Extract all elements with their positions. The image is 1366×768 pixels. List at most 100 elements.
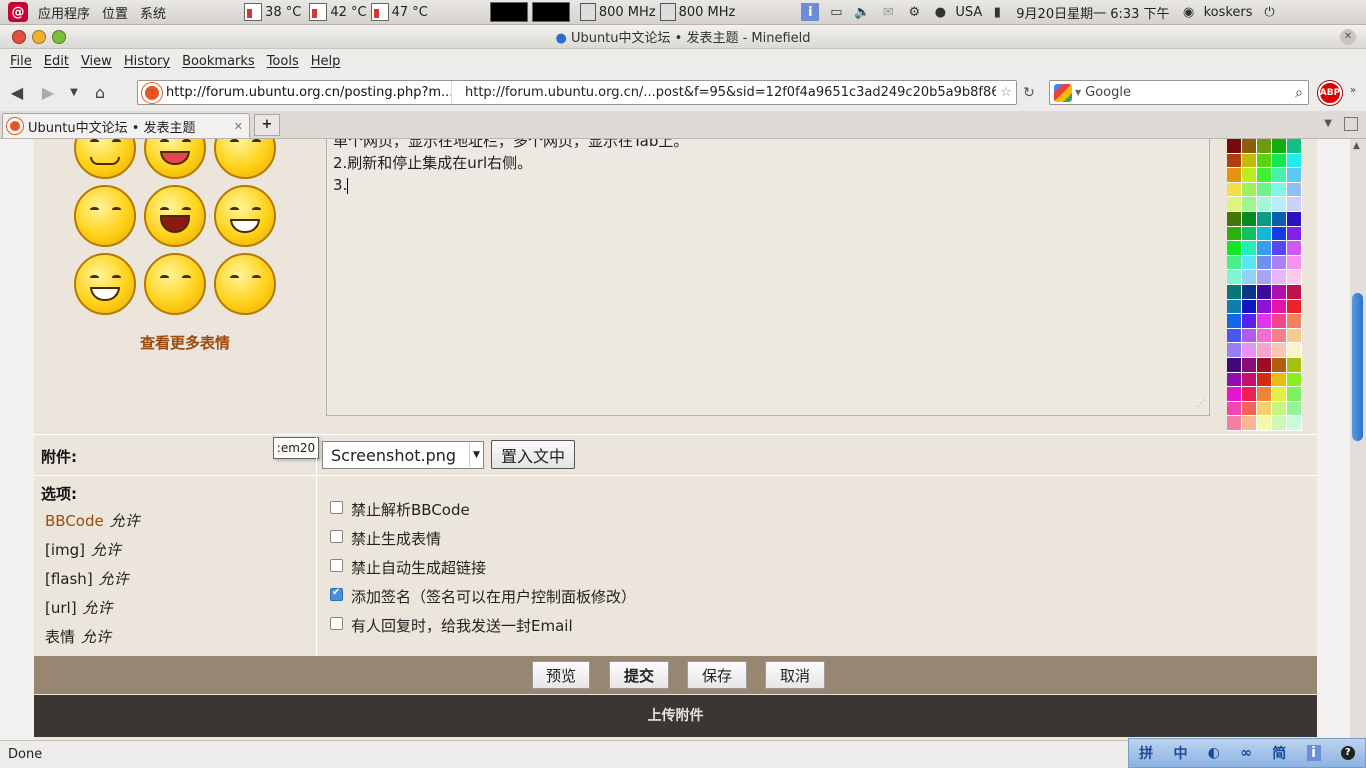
- color-swatch[interactable]: [1257, 197, 1272, 212]
- smiley-grin-icon[interactable]: [74, 253, 136, 315]
- color-swatch[interactable]: [1242, 211, 1257, 227]
- color-swatch[interactable]: [1287, 401, 1302, 417]
- color-swatch[interactable]: [1272, 255, 1287, 271]
- ime-pinyin-button[interactable]: 拼: [1139, 743, 1153, 763]
- applications-menu[interactable]: 应用程序: [32, 0, 96, 25]
- menu-view[interactable]: View: [75, 54, 118, 69]
- color-swatch[interactable]: [1287, 416, 1302, 431]
- color-swatch[interactable]: [1242, 416, 1257, 431]
- disable-bbcode-label[interactable]: 禁止解析BBCode: [351, 499, 470, 520]
- color-swatch[interactable]: [1257, 314, 1272, 329]
- color-swatch[interactable]: [1242, 153, 1257, 169]
- volume-icon[interactable]: 🔈: [853, 3, 871, 21]
- smiley-dizzy-icon[interactable]: [214, 253, 276, 315]
- tab-ubuntu-forum[interactable]: Ubuntu中文论坛 • 发表主题 ✕: [2, 113, 250, 138]
- window-titlebar[interactable]: ● Ubuntu中文论坛 • 发表主题 - Minefield ✕: [0, 25, 1366, 49]
- color-swatch[interactable]: [1227, 357, 1242, 373]
- attach-signature-checkbox[interactable]: [330, 587, 343, 601]
- attach-signature-label[interactable]: 添加签名（签名可以在用户控制面板修改）: [351, 586, 636, 607]
- ime-punctuation-icon[interactable]: ∞: [1240, 745, 1252, 761]
- color-swatch[interactable]: [1242, 168, 1257, 183]
- color-swatch[interactable]: [1227, 197, 1242, 212]
- mail-icon[interactable]: ✉: [879, 3, 897, 21]
- color-swatch[interactable]: [1257, 357, 1272, 373]
- color-swatch[interactable]: [1272, 314, 1287, 329]
- keyboard-layout[interactable]: USA: [953, 0, 984, 25]
- forward-arrow-icon[interactable]: ▶: [34, 78, 62, 106]
- color-swatch[interactable]: [1257, 387, 1272, 402]
- page-scrollbar[interactable]: ▲: [1350, 139, 1366, 740]
- bookmark-star-icon[interactable]: ☆: [996, 85, 1016, 100]
- message-textarea[interactable]: 单个网页，显示在地址栏，多个网页，显示在Tab上。 2.刷新和停止集成在url右…: [326, 139, 1210, 416]
- submit-button[interactable]: 提交: [609, 661, 669, 689]
- menu-file[interactable]: File: [4, 54, 38, 69]
- color-palette[interactable]: [1227, 139, 1302, 431]
- color-swatch[interactable]: [1242, 387, 1257, 402]
- preview-button[interactable]: 预览: [532, 661, 590, 689]
- more-smileys-link[interactable]: 查看更多表情: [124, 332, 246, 353]
- smiley-laugh-icon[interactable]: [144, 185, 206, 247]
- color-swatch[interactable]: [1257, 182, 1272, 198]
- tab-list-icon[interactable]: ▼: [1324, 118, 1332, 129]
- disable-bbcode-checkbox[interactable]: [330, 501, 343, 514]
- close-tab-icon[interactable]: ✕: [234, 120, 243, 133]
- color-swatch[interactable]: [1272, 343, 1287, 358]
- smiley-cover-mouth-icon[interactable]: [74, 185, 136, 247]
- color-swatch[interactable]: [1287, 255, 1302, 271]
- scroll-up-icon[interactable]: ▲: [1353, 141, 1360, 151]
- color-swatch[interactable]: [1227, 270, 1242, 285]
- color-swatch[interactable]: [1242, 328, 1257, 344]
- color-swatch[interactable]: [1272, 197, 1287, 212]
- menu-tools[interactable]: Tools: [261, 54, 305, 69]
- color-swatch[interactable]: [1227, 182, 1242, 198]
- input-method-toolbar[interactable]: 拼 中 ◐ ∞ 简 i ?: [1128, 738, 1366, 768]
- color-swatch[interactable]: [1242, 197, 1257, 212]
- color-swatch[interactable]: [1242, 241, 1257, 256]
- upload-attachment-header[interactable]: 上传附件: [34, 695, 1317, 737]
- url-bar[interactable]: http://forum.ubuntu.org.cn/posting.php?m…: [137, 80, 1017, 105]
- color-swatch[interactable]: [1242, 299, 1257, 315]
- search-icon[interactable]: ⌕: [1295, 85, 1303, 101]
- color-swatch[interactable]: [1272, 182, 1287, 198]
- color-swatch[interactable]: [1242, 255, 1257, 271]
- color-swatch[interactable]: [1257, 153, 1272, 169]
- color-swatch[interactable]: [1257, 241, 1272, 256]
- smiley-tongue-icon[interactable]: [144, 139, 206, 179]
- color-swatch[interactable]: [1272, 211, 1287, 227]
- username[interactable]: koskers: [1202, 0, 1255, 25]
- menu-bookmarks[interactable]: Bookmarks: [176, 54, 261, 69]
- color-swatch[interactable]: [1227, 343, 1242, 358]
- history-dropdown-icon[interactable]: ▼: [65, 78, 83, 106]
- color-swatch[interactable]: [1287, 241, 1302, 256]
- color-swatch[interactable]: [1287, 182, 1302, 198]
- color-swatch[interactable]: [1257, 255, 1272, 271]
- color-swatch[interactable]: [1287, 343, 1302, 358]
- color-swatch[interactable]: [1257, 328, 1272, 344]
- color-swatch[interactable]: [1272, 153, 1287, 169]
- smiley-blush-icon[interactable]: [214, 139, 276, 179]
- battery-icon[interactable]: ▭: [827, 3, 845, 21]
- cancel-button[interactable]: 取消: [765, 661, 825, 689]
- color-swatch[interactable]: [1242, 284, 1257, 300]
- color-swatch[interactable]: [1272, 299, 1287, 315]
- color-swatch[interactable]: [1287, 139, 1302, 154]
- color-swatch[interactable]: [1227, 211, 1242, 227]
- new-tab-button[interactable]: +: [254, 114, 280, 136]
- color-swatch[interactable]: [1227, 241, 1242, 256]
- color-swatch[interactable]: [1272, 168, 1287, 183]
- cpu-freq-2[interactable]: 800 MHz: [658, 0, 738, 25]
- disable-magic-url-label[interactable]: 禁止自动生成超链接: [351, 557, 486, 578]
- color-swatch[interactable]: [1257, 139, 1272, 154]
- toolbar-overflow-icon[interactable]: »: [1350, 85, 1356, 96]
- color-swatch[interactable]: [1227, 284, 1242, 300]
- color-swatch[interactable]: [1227, 255, 1242, 271]
- color-swatch[interactable]: [1272, 284, 1287, 300]
- disable-smilies-checkbox[interactable]: [330, 530, 343, 543]
- disable-smilies-label[interactable]: 禁止生成表情: [351, 528, 441, 549]
- color-swatch[interactable]: [1272, 357, 1287, 373]
- notify-reply-label[interactable]: 有人回复时，给我发送一封Email: [351, 615, 573, 636]
- back-arrow-icon[interactable]: ◀: [3, 78, 31, 106]
- close-window-button[interactable]: [12, 29, 26, 44]
- color-swatch[interactable]: [1242, 372, 1257, 388]
- color-swatch[interactable]: [1272, 387, 1287, 402]
